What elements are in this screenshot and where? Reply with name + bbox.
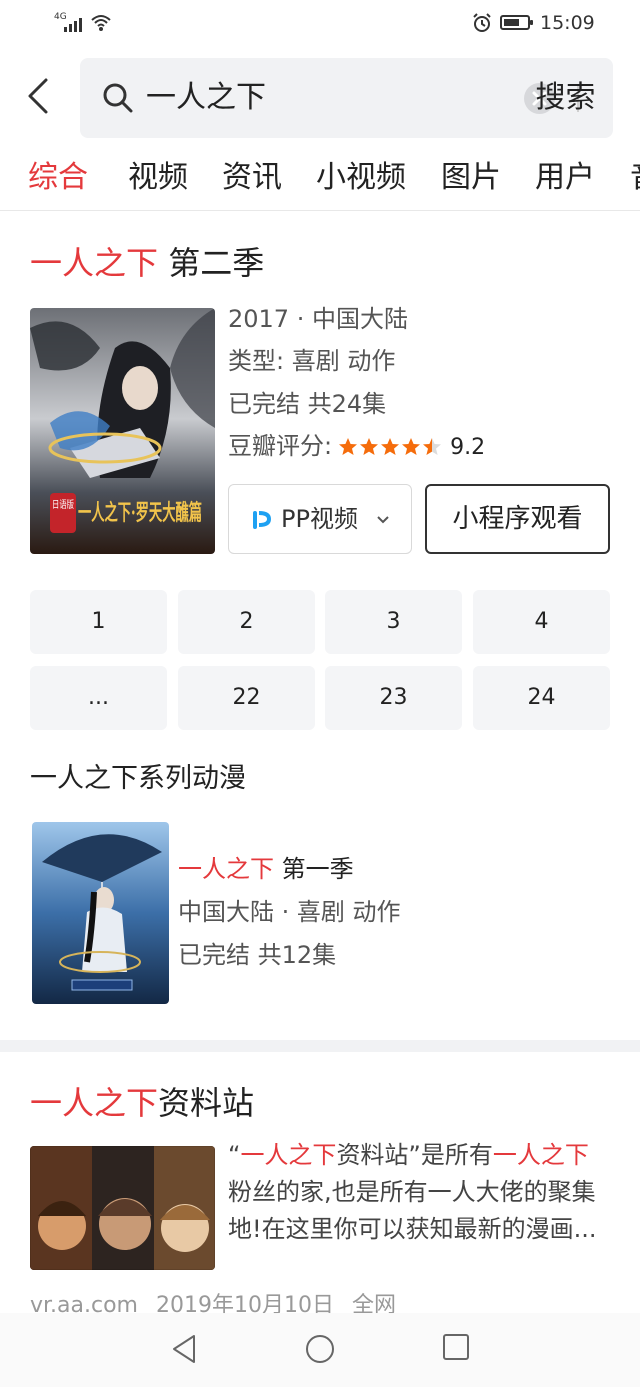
episode-tile-more[interactable]: ... (30, 666, 167, 730)
platform-dropdown[interactable]: PP视频 (228, 484, 412, 554)
tab-images[interactable]: 图片 (441, 156, 501, 200)
series-title-keyword: 一人之下 (178, 855, 274, 883)
search-button[interactable]: 搜索 (518, 78, 613, 118)
star-full-icon (402, 438, 421, 455)
search-input[interactable]: 一人之下 搜索 (80, 58, 613, 138)
poster-tag: 日语版 (52, 498, 74, 511)
battery-icon (500, 15, 533, 30)
status-bar: 4G 15:09 (0, 0, 640, 48)
result-snippet: “一人之下资料站”是所有一人之下粉丝的家,也是所有一人大佬的聚集地!在这里你可以… (228, 1137, 612, 1248)
rating-label: 豆瓣评分: (228, 432, 333, 460)
episode-tile[interactable]: 2 (178, 590, 315, 654)
system-nav-bar (0, 1313, 640, 1387)
title-rest: 资料站 (158, 1084, 255, 1122)
rating-score: 9.2 (450, 435, 486, 460)
platform-label: PP视频 (281, 505, 358, 533)
meta-year-region: 2017 · 中国大陆 (228, 305, 408, 333)
back-icon[interactable] (22, 76, 58, 116)
poster-image[interactable]: 日语版 一人之下·罗天大醮篇 (30, 308, 215, 554)
tab-news[interactable]: 资讯 (222, 156, 282, 200)
meta-status: 已完结 共24集 (228, 390, 387, 418)
series-item-status: 已完结 共12集 (178, 941, 337, 969)
episode-tile[interactable]: 24 (473, 666, 610, 730)
star-full-icon (339, 438, 358, 455)
star-full-icon (381, 438, 400, 455)
section-separator (0, 1040, 640, 1052)
tab-music[interactable]: 音 (630, 156, 640, 200)
alarm-icon (473, 13, 491, 32)
poster-caption: 一人之下·罗天大醮篇 (78, 500, 202, 526)
result-thumbnail[interactable] (30, 1146, 215, 1270)
divider (0, 210, 640, 211)
pp-video-icon (253, 511, 271, 529)
snippet-keyword: 一人之下 (492, 1141, 589, 1169)
snippet-text: 资料站”是所有 (336, 1141, 493, 1169)
tab-video[interactable]: 视频 (128, 156, 188, 200)
chevron-down-icon (377, 516, 389, 524)
episode-tile[interactable]: 1 (30, 590, 167, 654)
search-icon (103, 83, 133, 113)
search-header: 一人之下 搜索 (0, 56, 640, 138)
series-title-rest: 第一季 (274, 855, 354, 883)
snippet-quote: “ (228, 1141, 241, 1169)
wifi-icon (91, 15, 111, 31)
series-item-title[interactable]: 一人之下 第一季 (178, 852, 354, 886)
episode-tile[interactable]: 4 (473, 590, 610, 654)
title-keyword: 一人之下 (30, 244, 159, 282)
series-item-meta: 中国大陆 · 喜剧 动作 (178, 898, 401, 926)
tab-comprehensive[interactable]: 综合 (28, 156, 88, 200)
tab-short-video[interactable]: 小视频 (316, 156, 406, 200)
series-poster-image[interactable] (32, 822, 169, 1004)
title-keyword: 一人之下 (30, 1084, 159, 1122)
meta-genre: 类型: 喜剧 动作 (228, 347, 396, 375)
result-title[interactable]: 一人之下 第二季 (30, 240, 264, 286)
star-half-icon (423, 438, 442, 455)
mini-program-watch-button[interactable]: 小程序观看 (425, 484, 610, 554)
snippet-text: 粉丝的家,也是所有一人大佬的聚集地!在这里你可以获知最新的漫画... (228, 1178, 597, 1243)
rating-row: 豆瓣评分: 9.2 (228, 429, 485, 465)
nav-home-icon[interactable] (304, 1333, 336, 1365)
star-full-icon (360, 438, 379, 455)
episode-tile[interactable]: 23 (325, 666, 462, 730)
snippet-keyword: 一人之下 (240, 1141, 337, 1169)
result-title[interactable]: 一人之下资料站 (30, 1080, 254, 1126)
episode-tile[interactable]: 22 (178, 666, 315, 730)
clock-time: 15:09 (540, 12, 595, 34)
tab-users[interactable]: 用户 (535, 156, 595, 200)
category-tabs: 综合 视频 资讯 小视频 图片 用户 音 (0, 152, 640, 208)
nav-recents-icon[interactable] (442, 1333, 470, 1361)
episode-tile[interactable]: 3 (325, 590, 462, 654)
search-query[interactable]: 一人之下 (146, 78, 266, 118)
nav-back-icon[interactable] (170, 1333, 198, 1365)
rating-stars (338, 437, 442, 457)
series-heading: 一人之下系列动漫 (30, 763, 246, 794)
title-rest: 第二季 (158, 244, 265, 282)
signal-icon (64, 16, 82, 32)
